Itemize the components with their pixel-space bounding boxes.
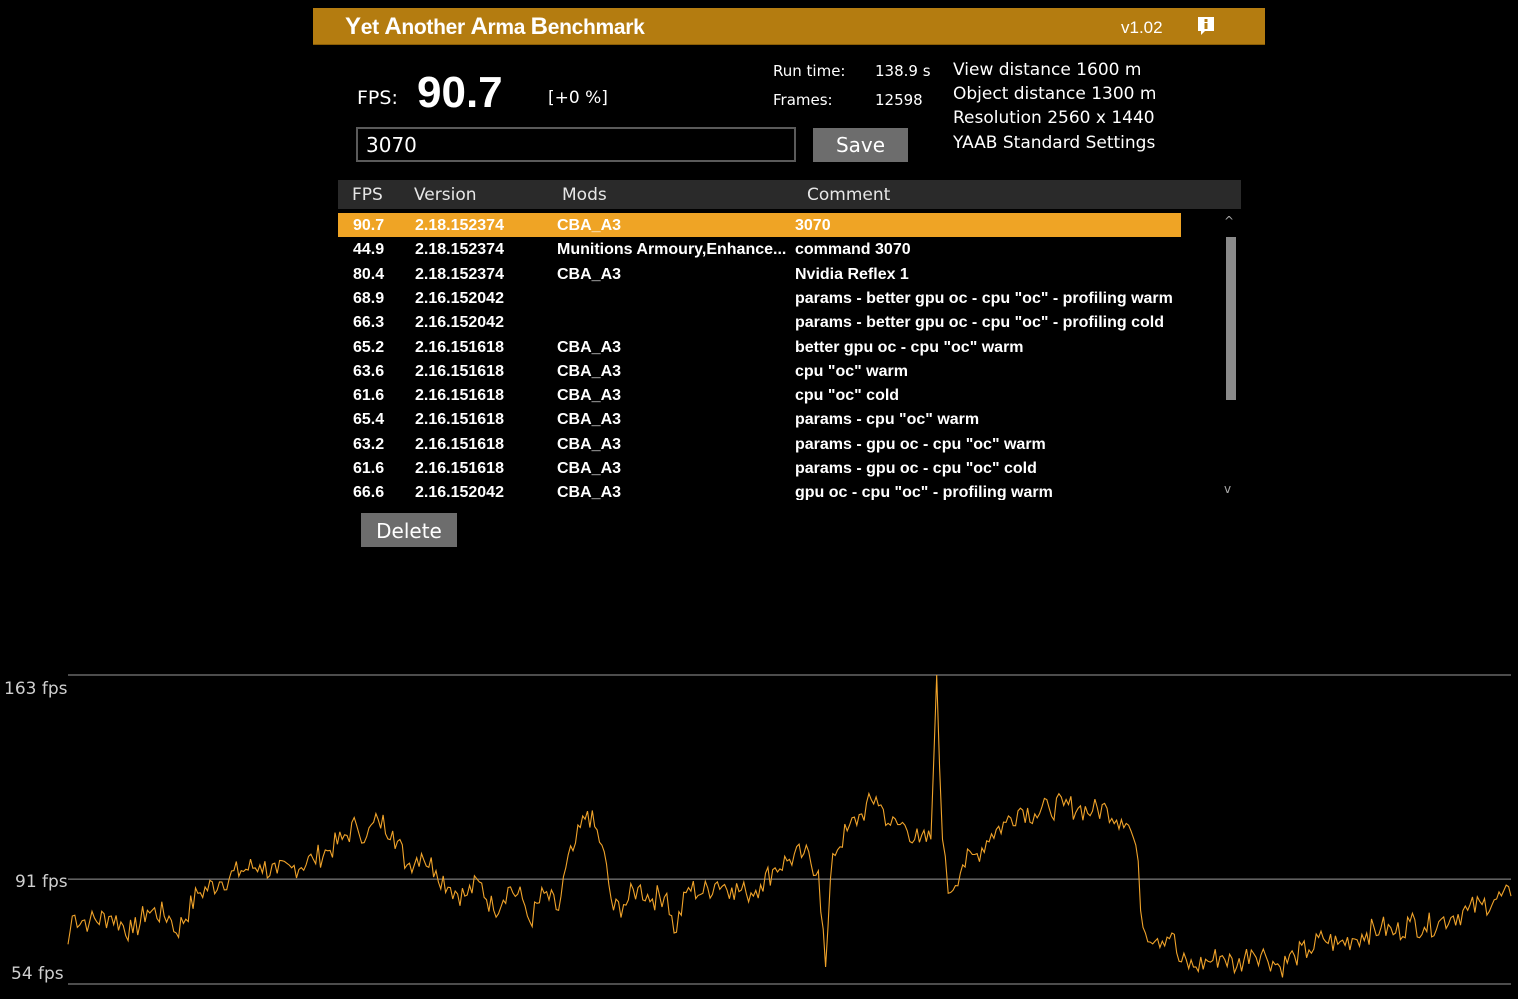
- header-version[interactable]: Version: [414, 185, 477, 205]
- cell-mods: CBA_A3: [557, 217, 622, 234]
- cell-comment: params - cpu "oc" warm: [795, 411, 980, 429]
- preset-text: YAAB Standard Settings: [953, 133, 1156, 153]
- comment-input[interactable]: [356, 127, 796, 162]
- view-distance-text: View distance 1600 m: [953, 60, 1142, 80]
- frames-label: Frames:: [773, 91, 833, 109]
- y-label-max: 163 fps: [4, 679, 68, 699]
- scroll-down-arrow-icon[interactable]: v: [1224, 482, 1231, 496]
- table-row[interactable]: 61.6 2.16.151618 CBA_A3 cpu "oc" cold: [338, 383, 1201, 407]
- title-bar: Yet Another Arma Benchmark v1.02: [313, 8, 1265, 45]
- cell-fps: 66.3: [353, 314, 385, 332]
- table-row[interactable]: 63.6 2.16.151618 CBA_A3 cpu "oc" warm: [338, 359, 1201, 383]
- cell-version: 2.16.151618: [415, 362, 504, 380]
- cell-version: 2.16.151618: [415, 387, 504, 405]
- header-comment[interactable]: Comment: [807, 185, 890, 205]
- scrollbar-thumb[interactable]: [1226, 237, 1236, 400]
- table-row[interactable]: 68.9 2.16.152042 params - better gpu oc - …: [338, 286, 1201, 310]
- table-row[interactable]: 63.2 2.16.151618 CBA_A3 params - gpu oc - c…: [338, 432, 1201, 456]
- cell-comment: cpu "oc" cold: [795, 387, 900, 405]
- cell-fps: 65.2: [353, 338, 385, 356]
- table-row[interactable]: 65.4 2.16.151618 CBA_A3 params - cpu "oc" w…: [338, 407, 1201, 431]
- table-row[interactable]: 66.3 2.16.152042 params - better gpu oc - …: [338, 310, 1201, 334]
- frames-value: 12598: [875, 91, 923, 109]
- cell-fps: 61.6: [353, 460, 385, 477]
- cell-fps: 90.7: [353, 217, 385, 234]
- cell-mods: CBA_A3: [557, 387, 622, 405]
- cell-mods: CBA_A3: [557, 338, 622, 356]
- table-row[interactable]: 90.7 2.18.152374 CBA_A3 3070: [338, 213, 1201, 237]
- cell-comment: 3070: [795, 217, 831, 234]
- cell-comment: gpu oc - cpu "oc" - profiling warm: [795, 484, 1053, 500]
- cell-fps: 61.6: [353, 387, 385, 405]
- y-label-avg: 91 fps: [15, 872, 68, 892]
- cell-fps: 66.6: [353, 484, 385, 500]
- cell-fps: 63.6: [353, 362, 385, 380]
- cell-fps: 44.9: [353, 241, 385, 259]
- fps-series-line: [67, 674, 1512, 978]
- title-word-3: Arma: [470, 13, 531, 40]
- cell-comment: cpu "oc" warm: [795, 362, 908, 380]
- version-label: v1.02: [1121, 18, 1163, 37]
- cell-fps: 80.4: [353, 265, 385, 283]
- cell-version: 2.16.152042: [415, 314, 504, 332]
- cell-fps: 68.9: [353, 289, 385, 307]
- table-row[interactable]: 61.6 2.16.151618 CBA_A3 params - gpu oc - c…: [338, 456, 1201, 480]
- cell-mods: CBA_A3: [557, 362, 622, 380]
- cell-version: 2.18.152374: [415, 265, 504, 283]
- cell-comment: params - better gpu oc - cpu "oc" - prof…: [795, 289, 1173, 307]
- cell-version: 2.18.152374: [415, 241, 504, 259]
- cell-version: 2.16.152042: [415, 484, 504, 500]
- header-mods[interactable]: Mods: [562, 185, 607, 205]
- cell-comment: Nvidia Reflex 1: [795, 265, 909, 283]
- cell-comment: params - better gpu oc - cpu "oc" - prof…: [795, 314, 1164, 332]
- cell-mods: CBA_A3: [557, 484, 622, 500]
- delete-button[interactable]: Delete: [361, 513, 457, 547]
- table-row[interactable]: 44.9 2.18.152374 Munitions Armoury,Enhance…: [338, 237, 1201, 261]
- title-word-4: Benchmark: [530, 13, 645, 40]
- table-row[interactable]: 65.2 2.16.151618 CBA_A3 better gpu oc - cpu…: [338, 335, 1201, 359]
- resolution-text: Resolution 2560 x 1440: [953, 108, 1155, 128]
- fps-value: 90.7: [417, 68, 503, 117]
- cell-mods: Munitions Armoury,Enhance...: [557, 241, 787, 259]
- cell-version: 2.16.152042: [415, 289, 504, 307]
- title-word-1: Yet: [345, 13, 385, 40]
- cell-comment: command 3070: [795, 241, 911, 259]
- run-time-value: 138.9 s: [875, 62, 931, 80]
- scroll-up-arrow-icon[interactable]: ^: [1224, 214, 1234, 228]
- cell-comment: params - gpu oc - cpu "oc" warm: [795, 435, 1046, 453]
- results-table-body[interactable]: 90.7 2.18.152374 CBA_A3 3070 44.9 2.18.152374…: [338, 213, 1241, 500]
- table-row[interactable]: 80.4 2.18.152374 CBA_A3 Nvidia Reflex 1: [338, 262, 1201, 286]
- fps-line-chart: [67, 674, 1512, 985]
- cell-mods: CBA_A3: [557, 265, 622, 283]
- header-fps[interactable]: FPS: [352, 185, 383, 205]
- table-row[interactable]: 66.6 2.16.152042 CBA_A3 gpu oc - cpu "oc" -…: [338, 480, 1201, 500]
- cell-comment: better gpu oc - cpu "oc" warm: [795, 338, 1024, 356]
- cell-mods: CBA_A3: [557, 435, 622, 453]
- cell-fps: 65.4: [353, 411, 385, 429]
- fps-label: FPS:: [357, 87, 398, 109]
- cell-fps: 63.2: [353, 435, 385, 453]
- yaab-window: Yet Another Arma Benchmark v1.02 FPS: 90…: [0, 0, 1518, 995]
- cell-version: 2.16.151618: [415, 411, 504, 429]
- fps-graph: 163 fps 91 fps 54 fps: [0, 660, 1518, 995]
- run-time-label: Run time:: [773, 62, 846, 80]
- title-word-2: Another: [384, 13, 471, 40]
- y-label-min: 54 fps: [11, 964, 64, 984]
- cell-mods: CBA_A3: [557, 460, 622, 477]
- save-button[interactable]: Save: [813, 128, 908, 162]
- object-distance-text: Object distance 1300 m: [953, 84, 1157, 104]
- cell-version: 2.16.151618: [415, 435, 504, 453]
- cell-comment: params - gpu oc - cpu "oc" cold: [795, 460, 1037, 477]
- cell-version: 2.16.151618: [415, 460, 504, 477]
- cell-version: 2.18.152374: [415, 217, 504, 234]
- results-table-header: FPS Version Mods Comment: [338, 180, 1241, 209]
- info-icon[interactable]: [1196, 16, 1216, 36]
- cell-mods: CBA_A3: [557, 411, 622, 429]
- fps-delta: [+0 %]: [548, 88, 608, 108]
- app-title: Yet Another Arma Benchmark: [345, 13, 645, 41]
- cell-version: 2.16.151618: [415, 338, 504, 356]
